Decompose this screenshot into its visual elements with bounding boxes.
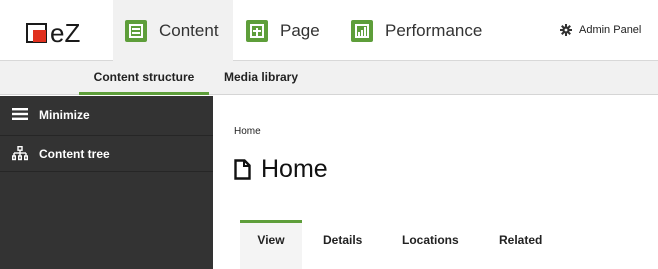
tab-content-label: Content xyxy=(159,20,219,40)
breadcrumb[interactable]: Home xyxy=(234,126,261,137)
tab-performance-label: Performance xyxy=(385,20,483,40)
sidebar-item-label: Content tree xyxy=(39,146,110,161)
gear-icon xyxy=(560,24,572,36)
tab-view[interactable]: View xyxy=(240,220,302,269)
tab-page-label: Page xyxy=(280,20,320,40)
page-title-text: Home xyxy=(261,155,328,183)
document-icon xyxy=(234,159,251,180)
tree-icon xyxy=(11,146,29,161)
ez-logo[interactable]: eZ xyxy=(26,20,80,46)
top-bar: eZ Content Page Performance Admin Panel xyxy=(0,0,658,61)
admin-panel-label: Admin Panel xyxy=(579,24,642,36)
tab-content[interactable]: Content xyxy=(113,0,233,61)
hamburger-icon xyxy=(11,108,29,120)
logo-mark-icon xyxy=(26,23,47,43)
content-icon xyxy=(125,19,147,42)
tab-related-content[interactable]: Related content xyxy=(499,220,542,269)
sidebar-item-label: Minimize xyxy=(39,108,90,122)
breadcrumb-item[interactable]: Home xyxy=(234,126,261,137)
tab-performance[interactable]: Performance xyxy=(339,0,482,61)
page-title: Home xyxy=(234,155,328,184)
logo-text: eZ xyxy=(50,18,81,48)
sidebar-item-minimize[interactable]: Minimize xyxy=(0,96,213,136)
sub-navigation: Content structure Media library xyxy=(0,61,658,95)
admin-panel-link[interactable]: Admin Panel xyxy=(560,24,641,36)
subnav-media-library[interactable]: Media library xyxy=(224,61,298,95)
sidebar-item-content-tree[interactable]: Content tree xyxy=(0,136,213,172)
sidebar: Minimize Content tree xyxy=(0,96,213,269)
page-icon xyxy=(246,19,268,42)
tab-details[interactable]: Details xyxy=(323,220,362,269)
subnav-content-structure[interactable]: Content structure xyxy=(79,61,209,95)
tab-locations[interactable]: Locations xyxy=(402,220,459,269)
tab-page[interactable]: Page xyxy=(233,0,320,61)
performance-icon xyxy=(351,19,373,42)
